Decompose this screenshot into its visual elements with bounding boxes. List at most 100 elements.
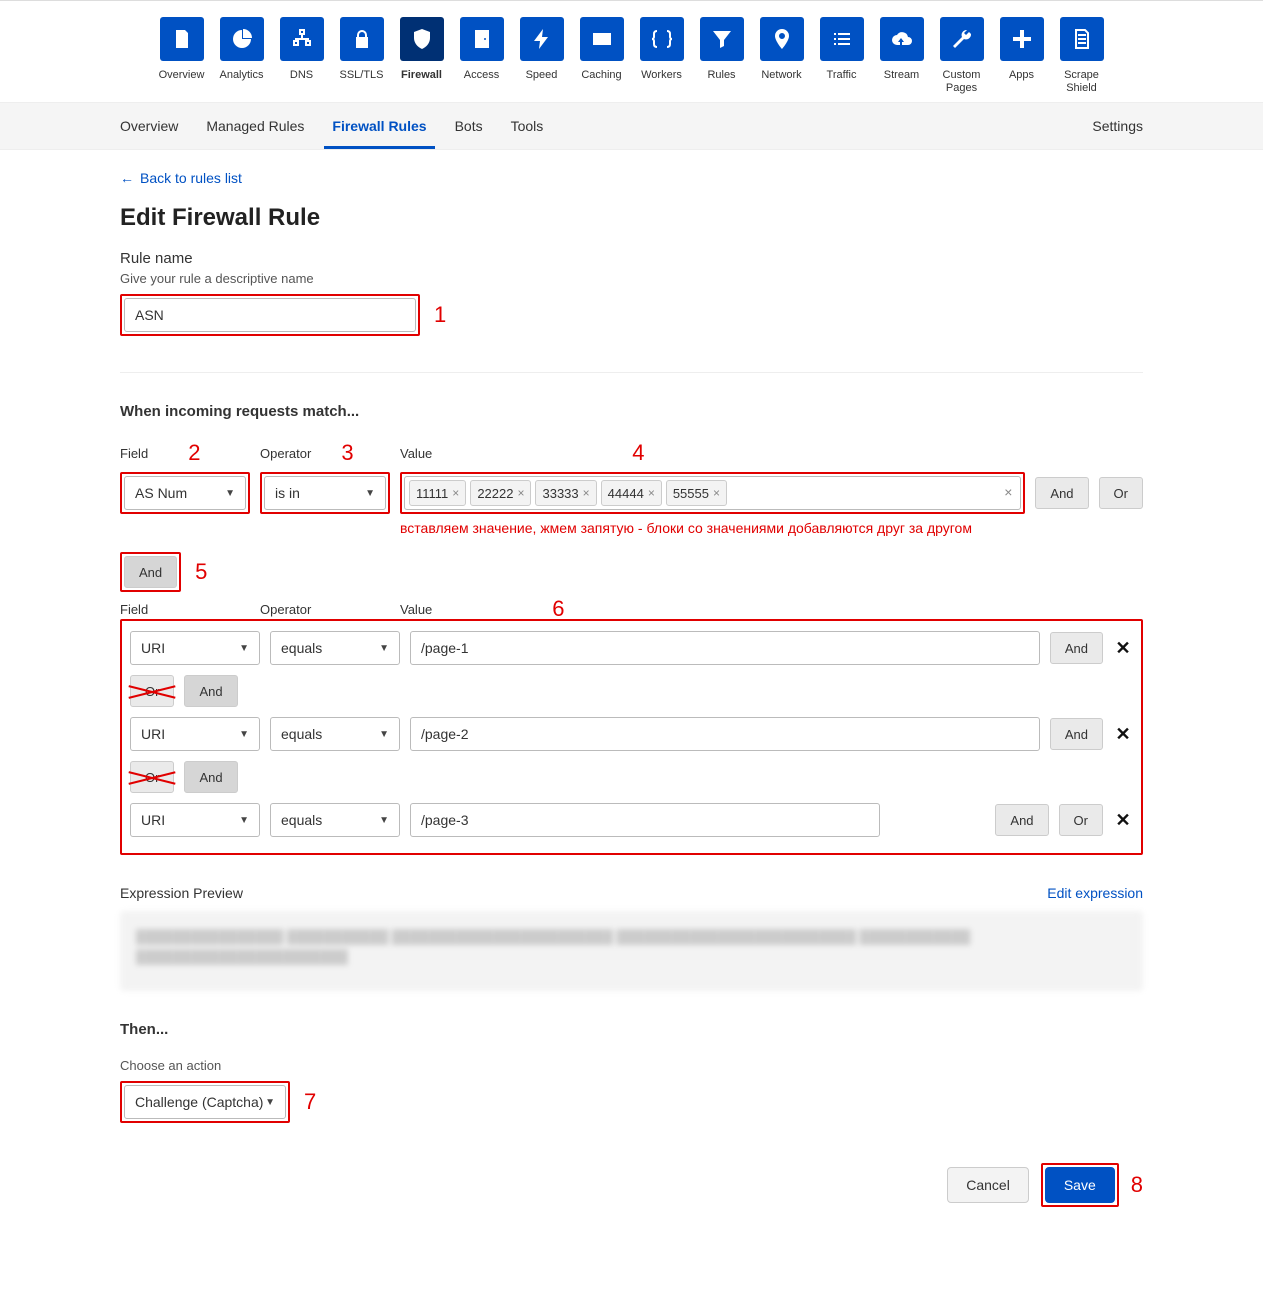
nav-overview[interactable]: Overview [158,17,206,94]
field-select-uri-3[interactable]: URI ▼ [130,803,260,837]
tab-overview[interactable]: Overview [120,104,178,148]
nav-caching[interactable]: Caching [578,17,626,94]
remove-row-icon[interactable]: ✕ [1113,724,1133,745]
nav-workers[interactable]: Workers [638,17,686,94]
field-select-asnum[interactable]: AS Num ▼ [124,476,246,510]
nav-scrape-shield[interactable]: Scrape Shield [1058,17,1106,94]
operator-select-equals-1[interactable]: equals ▼ [270,631,400,665]
nav-custom-pages[interactable]: Custom Pages [938,17,986,94]
tab-firewall-rules[interactable]: Firewall Rules [332,104,426,148]
cancel-button[interactable]: Cancel [947,1167,1029,1203]
value-chip[interactable]: 55555× [666,480,727,506]
and-connector-button[interactable]: And [124,556,177,588]
and-button[interactable]: And [1050,718,1103,750]
field-value: URI [141,640,165,656]
nav-label: Rules [707,69,735,93]
tab-managed-rules[interactable]: Managed Rules [206,104,304,148]
field-header: Field [120,446,148,461]
remove-row-icon[interactable]: ✕ [1113,810,1133,831]
nav-speed[interactable]: Speed [518,17,566,94]
value-input-3[interactable]: /page-3 [410,803,880,837]
value-multi-input[interactable]: 11111×22222×33333×44444×55555×× [404,476,1021,510]
nav-ssl-tls[interactable]: SSL/TLS [338,17,386,94]
shield-icon [410,27,434,51]
nav-rules[interactable]: Rules [698,17,746,94]
settings-link[interactable]: Settings [1092,118,1143,134]
nav-access[interactable]: Access [458,17,506,94]
value-chip[interactable]: 22222 × [470,480,531,506]
nav-traffic[interactable]: Traffic [818,17,866,94]
value-text: /page-2 [421,726,468,742]
chip-remove-icon[interactable]: × [517,486,524,500]
or-button[interactable]: Or [1099,477,1143,509]
remove-row-icon[interactable]: ✕ [1113,638,1133,659]
chevron-down-icon: ▼ [239,643,249,654]
tab-bots[interactable]: Bots [455,104,483,148]
nav-analytics[interactable]: Analytics [218,17,266,94]
annotation-4: 4 [632,440,644,466]
and-button[interactable]: And [1050,632,1103,664]
operator-select-isin[interactable]: is in ▼ [264,476,386,510]
value-chip[interactable]: 33333 × [535,480,596,506]
wrench-icon [950,27,974,51]
lock-icon [350,27,374,51]
operator-select-equals-2[interactable]: equals ▼ [270,717,400,751]
operator-value: is in [275,485,300,501]
chevron-down-icon: ▼ [265,1097,275,1108]
operator-value: equals [281,726,322,742]
and-button[interactable]: And [995,804,1048,836]
rule-name-input[interactable]: ASN [124,298,416,332]
chip-remove-icon[interactable]: × [583,486,590,500]
annotation-6: 6 [552,602,564,617]
and-connector-button[interactable]: And [184,675,237,707]
nav-dns[interactable]: DNS [278,17,326,94]
operator-header: Operator [260,446,311,461]
chip-remove-icon[interactable]: × [648,486,655,500]
chip-text: 22222 [477,486,513,501]
clear-values-icon[interactable]: × [1004,484,1012,500]
field-select-uri-1[interactable]: URI ▼ [130,631,260,665]
match-section-title: When incoming requests match... [120,403,1143,420]
back-link[interactable]: ← Back to rules list [120,170,242,186]
field-header-2: Field [120,602,250,617]
or-connector-button[interactable]: Or [130,761,174,793]
nav-label: Workers [641,69,682,93]
chip-remove-icon[interactable]: × [452,486,459,500]
rule-name-help: Give your rule a descriptive name [120,271,1143,286]
nav-label: Custom Pages [938,69,986,94]
arrow-left-icon: ← [120,170,134,186]
chip-remove-icon[interactable]: × [713,486,720,500]
nav-label: Overview [159,69,205,93]
door-icon [470,27,494,51]
chip-text: 33333 [542,486,578,501]
value-header: Value [400,446,432,461]
sub-nav: Overview Managed Rules Firewall Rules Bots T… [0,102,1263,150]
chevron-down-icon: ▼ [379,643,389,654]
annotation-box-8: Save [1041,1163,1119,1207]
annotation-5: 5 [195,559,207,585]
annotation-7: 7 [304,1089,316,1115]
tab-tools[interactable]: Tools [511,104,544,148]
value-chip[interactable]: 44444× [601,480,662,506]
value-input-2[interactable]: /page-2 [410,717,1040,751]
field-select-uri-2[interactable]: URI ▼ [130,717,260,751]
nav-firewall[interactable]: Firewall [398,17,446,94]
action-select[interactable]: Challenge (Captcha) ▼ [124,1085,286,1119]
value-chip[interactable]: 11111× [409,480,466,506]
nav-apps[interactable]: Apps [998,17,1046,94]
nav-label: Apps [1009,69,1034,93]
and-button[interactable]: And [1035,477,1088,509]
value-input-1[interactable]: /page-1 [410,631,1040,665]
or-connector-button[interactable]: Or [130,675,174,707]
operator-select-equals-3[interactable]: equals ▼ [270,803,400,837]
nav-network[interactable]: Network [758,17,806,94]
annotation-8: 8 [1131,1172,1143,1198]
and-connector-button[interactable]: And [184,761,237,793]
nav-label: Network [761,69,801,93]
annotation-box-5: And [120,552,181,592]
or-button[interactable]: Or [1059,804,1103,836]
annotation-box-2: AS Num ▼ [120,472,250,514]
nav-stream[interactable]: Stream [878,17,926,94]
save-button[interactable]: Save [1045,1167,1115,1203]
edit-expression-link[interactable]: Edit expression [1047,885,1143,901]
